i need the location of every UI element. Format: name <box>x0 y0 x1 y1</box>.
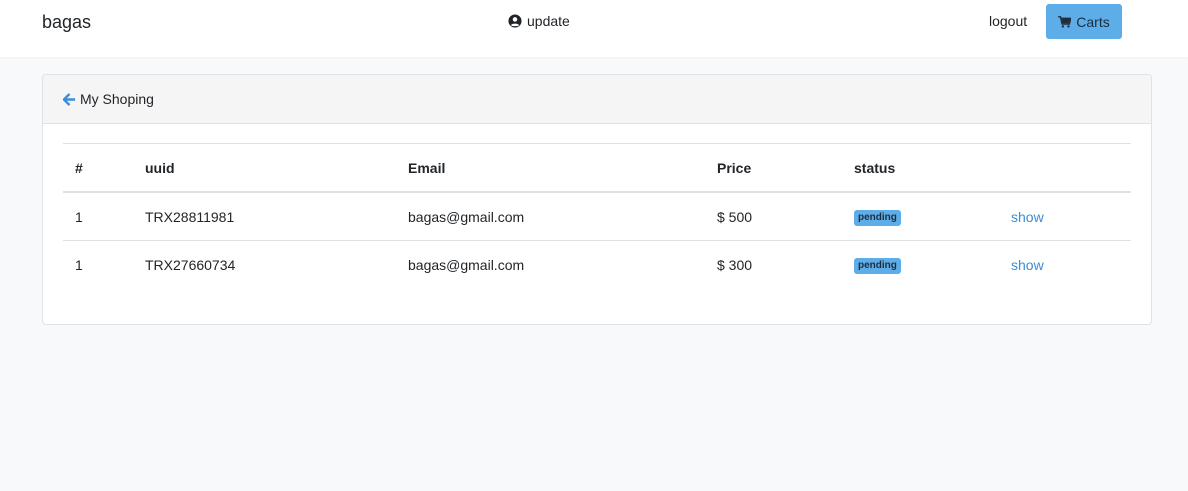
header-uuid: uuid <box>133 143 396 193</box>
show-link[interactable]: show <box>1011 209 1044 225</box>
navbar: bagas update logout Carts <box>0 0 1188 57</box>
brand-link[interactable]: bagas <box>42 12 91 33</box>
card-title: My Shoping <box>80 91 154 107</box>
status-badge: pending <box>854 258 901 274</box>
cell-price: $ 500 <box>705 192 842 241</box>
show-link[interactable]: show <box>1011 257 1044 273</box>
shopping-cart-icon <box>1058 15 1072 28</box>
cell-email: bagas@gmail.com <box>408 256 525 273</box>
cell-uuid: TRX27660734 <box>145 256 236 273</box>
cell-status: pending <box>842 192 999 241</box>
header-price: Price <box>705 143 842 193</box>
cell-action: show <box>999 241 1131 289</box>
header-email: Email <box>396 143 705 193</box>
logout-link[interactable]: logout <box>989 13 1027 29</box>
user-circle-icon <box>508 14 522 28</box>
table-row: 1 TRX27660734 bagas@gmail.com $ 300 pend… <box>63 241 1131 289</box>
carts-label: Carts <box>1076 13 1110 30</box>
cell-num: 1 <box>75 256 83 273</box>
cell-uuid: TRX28811981 <box>133 192 396 241</box>
header-num: # <box>63 143 133 193</box>
cell-price: $ 300 <box>717 256 753 273</box>
cell-num: 1 <box>63 192 133 241</box>
table-header-row: # uuid Email Price status <box>63 143 1131 193</box>
orders-table: # uuid Email Price status 1 TRX28811981 … <box>63 143 1131 288</box>
update-label: update <box>527 13 570 29</box>
update-link[interactable]: update <box>508 13 570 29</box>
shopping-card: My Shoping # uuid Email Price status 1 T… <box>42 74 1152 325</box>
arrow-left-icon[interactable] <box>63 92 76 106</box>
cell-status: pending <box>842 241 999 289</box>
table-row: 1 TRX28811981 bagas@gmail.com $ 500 pend… <box>63 192 1131 241</box>
card-header: My Shoping <box>43 75 1151 124</box>
header-status: status <box>842 143 999 193</box>
cell-action: show <box>999 192 1131 241</box>
cell-email: bagas@gmail.com <box>396 192 705 241</box>
status-badge: pending <box>854 210 901 226</box>
carts-button[interactable]: Carts <box>1046 4 1122 39</box>
header-action <box>999 143 1131 193</box>
